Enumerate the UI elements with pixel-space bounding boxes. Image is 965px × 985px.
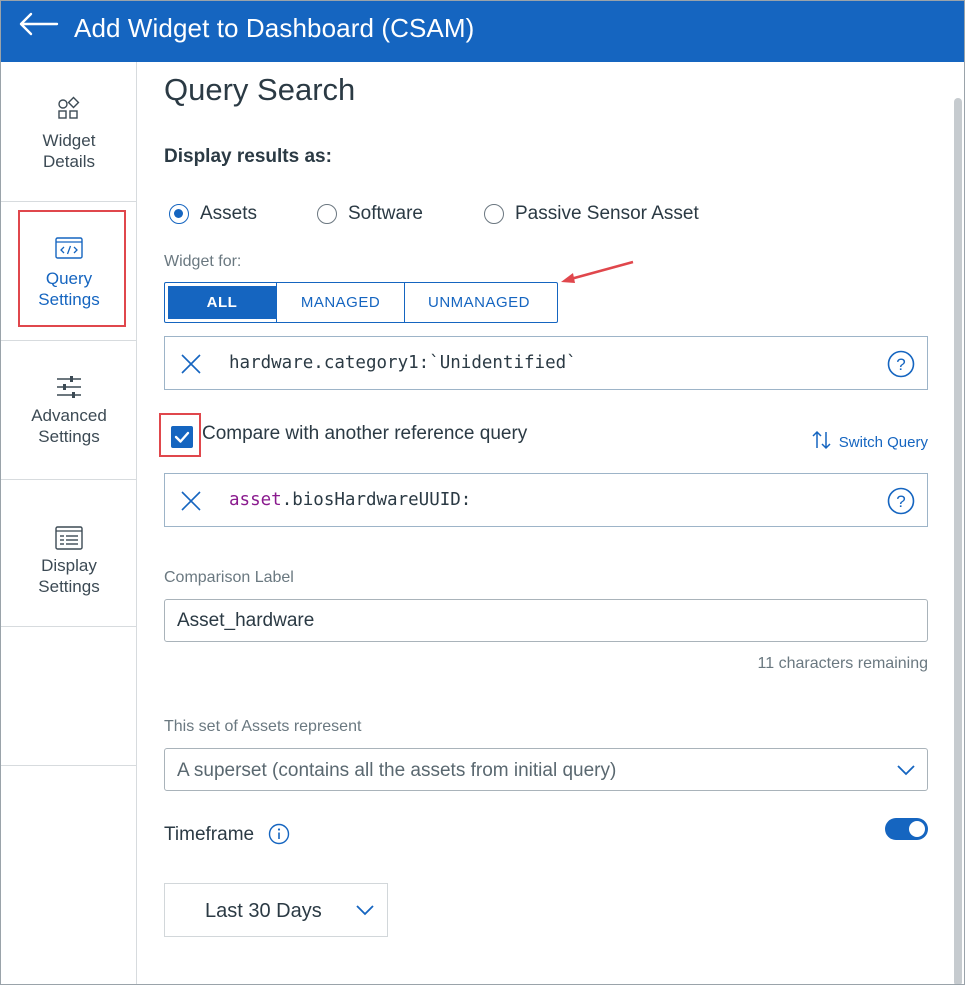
sidebar-item-advanced-settings[interactable]: Advanced Settings [1,341,137,480]
set-represent-label: This set of Assets represent [164,718,362,735]
info-icon[interactable] [268,823,290,850]
sidebar-item-widget-details[interactable]: Widget Details [1,62,137,202]
back-arrow-icon[interactable] [17,11,59,39]
sidebar-item-display-settings[interactable]: Display Settings [1,480,137,627]
set-represent-select[interactable]: A superset (contains all the assets from… [164,748,928,791]
comparison-label-title: Comparison Label [164,569,294,586]
query-field: .biosHardwareUUID: [281,490,472,510]
radio-label: Passive Sensor Asset [515,203,699,224]
select-value: A superset (contains all the assets from… [177,760,617,781]
timeframe-dropdown[interactable]: Last 30 Days [164,883,388,937]
radio-button[interactable] [317,204,337,224]
sidebar-item-label: Settings [38,577,100,596]
dialog-window: Add Widget to Dashboard (CSAM) Widget De… [0,0,965,985]
clear-icon[interactable] [179,489,203,513]
sidebar-empty-slot [1,627,137,766]
dialog-title: Add Widget to Dashboard (CSAM) [74,13,475,43]
segment-managed[interactable]: MANAGED [277,286,404,319]
radio-software[interactable]: Software [317,203,423,225]
help-icon[interactable]: ? [887,487,915,515]
radio-assets[interactable]: Assets [169,203,257,225]
query-input-primary[interactable]: hardware.category1:`Unidentified` ? [164,336,928,390]
highlight-frame [18,210,126,327]
sidebar: Widget Details Query Settings Advanced S… [1,62,137,984]
radio-button[interactable] [169,204,189,224]
widget-for-label: Widget for: [164,253,242,270]
comparison-label-input[interactable] [164,599,928,642]
display-results-label: Display results as: [164,146,332,167]
help-icon[interactable]: ? [887,350,915,378]
sidebar-item-label: Display [41,556,97,575]
chars-remaining: 11 characters remaining [757,655,928,672]
toggle-knob [909,821,925,837]
shapes-icon [1,96,137,122]
radio-passive-sensor-asset[interactable]: Passive Sensor Asset [484,203,699,225]
layout-icon [1,526,137,550]
main-panel: Query Search Display results as: Assets … [137,62,964,984]
switch-query-label: Switch Query [838,433,928,451]
query-keyword: asset [229,490,282,510]
sidebar-item-label: Advanced [31,406,107,425]
chevron-down-icon [355,903,375,921]
radio-button[interactable] [484,204,504,224]
annotation-arrow-icon [561,260,634,283]
query-text: asset.biosHardwareUUID: [229,490,471,510]
segment-unmanaged[interactable]: UNMANAGED [405,286,553,319]
timeframe-toggle[interactable] [885,818,928,840]
radio-label: Assets [200,203,258,224]
page-title: Query Search [164,72,356,107]
timeframe-label: Timeframe [164,824,255,845]
switch-query-button[interactable]: Switch Query [811,430,928,454]
sidebar-item-label: Details [43,152,95,171]
sidebar-item-label: Settings [38,427,100,446]
segment-all[interactable]: ALL [168,286,276,319]
svg-text:?: ? [896,492,905,511]
query-text: hardware.category1:`Unidentified` [229,353,577,373]
chevron-down-icon [896,763,916,781]
widget-for-segmented-control: ALL MANAGED UNMANAGED [164,282,558,323]
sidebar-item-label: Widget [42,131,96,150]
compare-checkbox[interactable] [171,426,193,448]
sliders-icon [1,375,137,399]
header-bar: Add Widget to Dashboard (CSAM) [1,1,964,62]
scrollbar-thumb[interactable] [954,98,962,984]
swap-arrows-icon [811,430,833,454]
timeframe-value: Last 30 Days [205,900,322,922]
svg-text:?: ? [896,355,905,374]
query-input-reference[interactable]: asset.biosHardwareUUID: ? [164,473,928,527]
radio-label: Software [348,203,423,224]
compare-label: Compare with another reference query [202,423,528,444]
clear-icon[interactable] [179,352,203,376]
checkbox-highlight-frame [159,413,201,457]
